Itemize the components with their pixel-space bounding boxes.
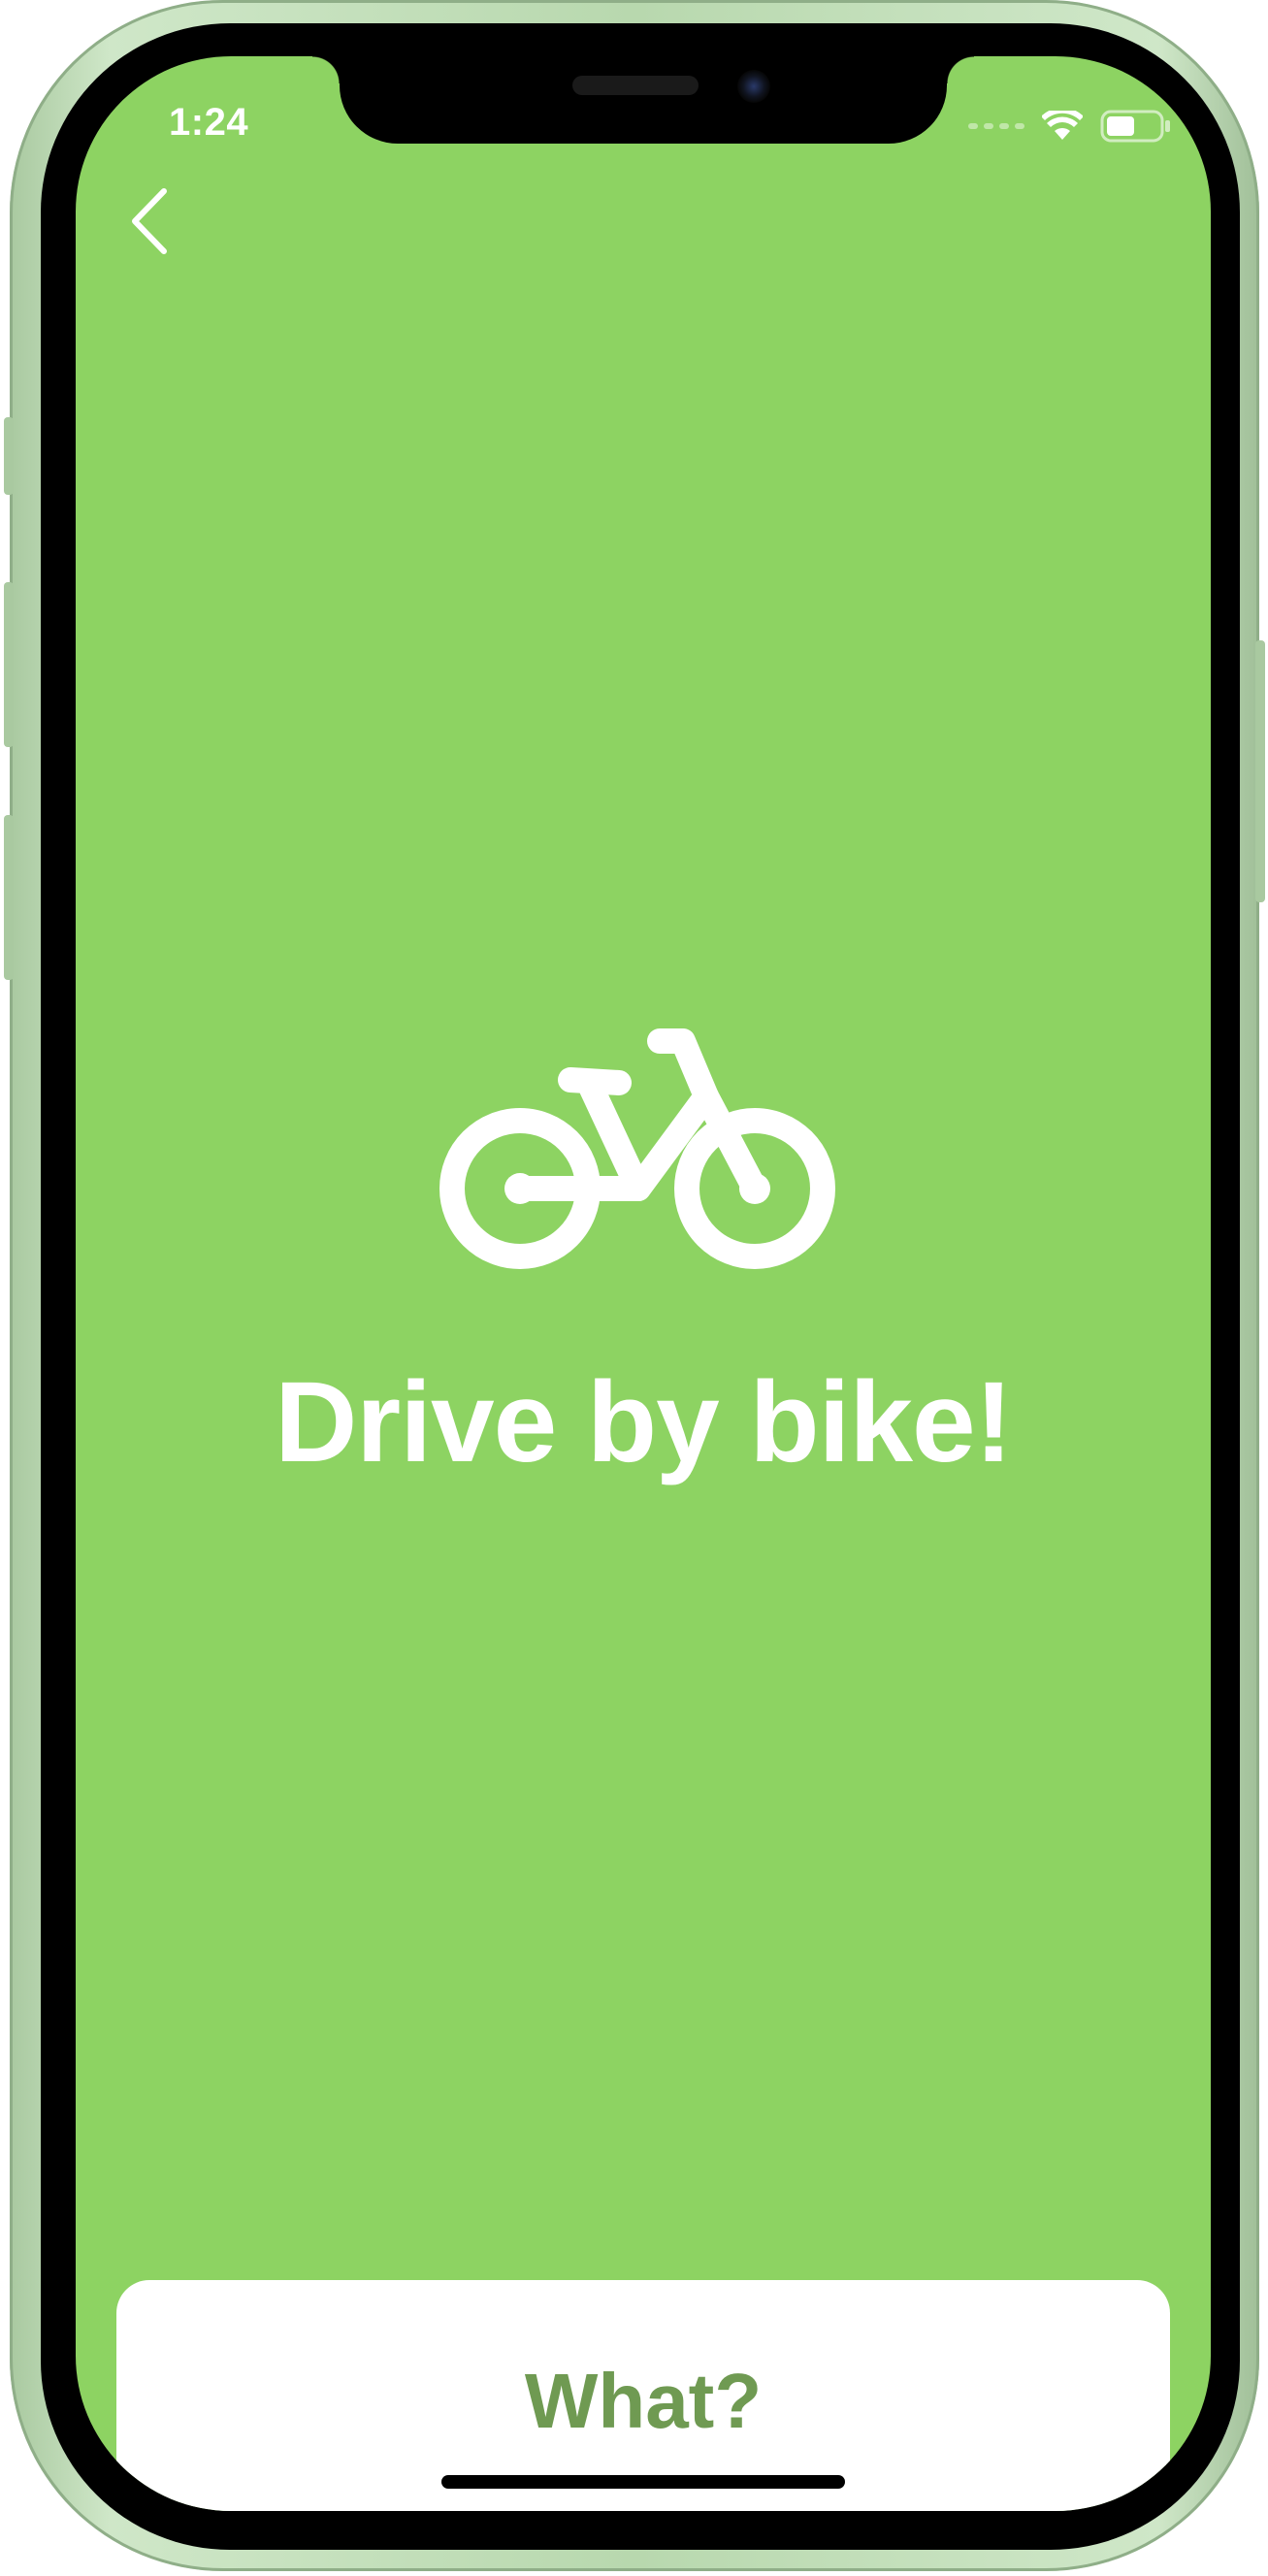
wifi-icon xyxy=(1042,111,1083,140)
battery-icon xyxy=(1100,110,1170,143)
mute-switch xyxy=(4,417,14,495)
hero: Drive by bike! xyxy=(76,1027,1211,1488)
status-time: 1:24 xyxy=(169,101,249,144)
power-button xyxy=(1255,640,1265,902)
back-button[interactable] xyxy=(114,182,182,260)
bicycle-icon xyxy=(439,1028,835,1269)
front-camera xyxy=(737,70,770,103)
home-indicator[interactable] xyxy=(441,2475,845,2489)
signal-icon xyxy=(968,123,1024,129)
page-title: Drive by bike! xyxy=(275,1358,1013,1486)
app-screen: 1:24 Drive by bike! What? xyxy=(76,56,1211,2511)
volume-up-button xyxy=(4,582,14,747)
chevron-left-icon xyxy=(132,188,167,254)
notch xyxy=(312,56,974,144)
volume-down-button xyxy=(4,815,14,980)
speaker-grille xyxy=(572,76,699,95)
phone-frame: 1:24 Drive by bike! What? xyxy=(4,0,1265,2571)
status-icons xyxy=(968,109,1172,144)
